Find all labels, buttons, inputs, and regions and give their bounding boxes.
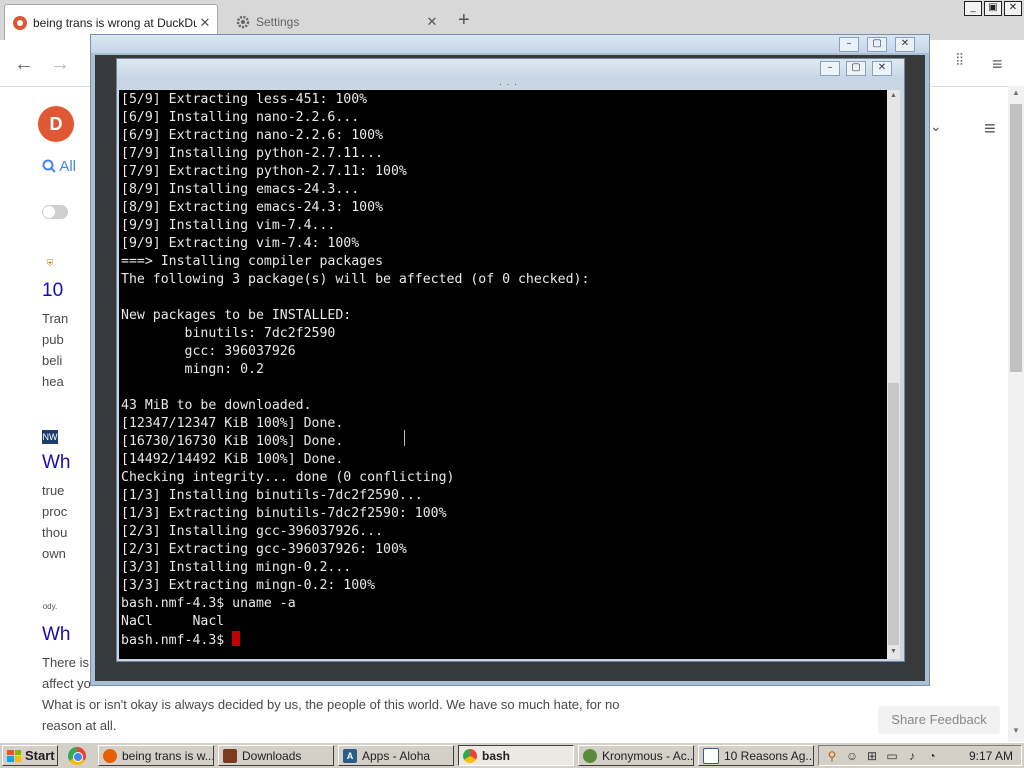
menu-icon[interactable]: ≡	[992, 54, 1003, 75]
snippet-line: What is or isn't okay is always decided …	[42, 697, 620, 712]
minimize-icon[interactable]: –	[839, 37, 859, 52]
search-icon	[42, 159, 56, 173]
restore-icon[interactable]: ▣	[984, 1, 1002, 16]
task-label: Apps - Aloha	[362, 748, 431, 763]
duckduckgo-logo-icon[interactable]: D	[38, 106, 74, 142]
terminal-scrollbar[interactable]: ▲ ▼	[887, 90, 900, 659]
network-icon[interactable]: ⊞	[865, 749, 879, 763]
close-icon[interactable]: ✕	[872, 61, 892, 76]
wifi-icon[interactable]: ◔	[925, 749, 939, 763]
display-icon[interactable]: ▭	[885, 749, 899, 763]
chrome-quicklaunch-icon[interactable]	[68, 747, 86, 765]
snippet-line: thou	[42, 525, 68, 540]
page-scrollbar[interactable]: ▲ ▼	[1008, 86, 1024, 742]
hamburger-menu-icon[interactable]: ≡	[984, 118, 996, 141]
terminal-output: [5/9] Extracting less-451: 100% [6/9] In…	[121, 91, 589, 650]
task-label: bash	[482, 748, 511, 763]
tab-title: being trans is wrong at DuckDuckGo	[33, 15, 197, 30]
result-favicon-icon: NW	[42, 430, 58, 444]
terminal-output-text: [5/9] Extracting less-451: 100% [6/9] In…	[121, 92, 590, 629]
taskbar-item-duckduckgo[interactable]: being trans is w...	[98, 745, 214, 766]
scrollbar-thumb[interactable]	[888, 383, 899, 645]
snippet-line: beli	[42, 353, 63, 368]
firefox-icon	[103, 748, 117, 763]
taskbar-item-bash[interactable]: bash	[458, 745, 574, 766]
result-snippet: Tran pub beli hea	[42, 308, 68, 392]
minimize-icon[interactable]: –	[820, 61, 840, 76]
search-tab-label: All	[59, 158, 77, 175]
snippet-line: reason at all.	[42, 718, 117, 733]
snippet-line: own	[42, 546, 66, 561]
scroll-down-icon[interactable]: ▼	[887, 648, 900, 655]
result-title[interactable]: Wh	[42, 624, 71, 646]
safe-search-toggle[interactable]	[42, 205, 68, 219]
task-label: Downloads	[242, 748, 302, 763]
snippet-line: proc	[42, 504, 68, 519]
scrollbar-thumb[interactable]	[1010, 104, 1022, 372]
close-icon[interactable]: ✕	[895, 37, 915, 52]
snippet-line: hea	[42, 374, 64, 389]
taskbar-item-downloads[interactable]: Downloads	[218, 745, 334, 766]
start-button[interactable]: Start	[2, 745, 58, 766]
search-tab-all[interactable]: All	[42, 158, 76, 175]
snippet-line: Tran	[42, 311, 69, 326]
aloha-icon: A	[343, 748, 357, 763]
new-tab-button[interactable]: +	[458, 10, 470, 30]
downloads-icon	[223, 748, 237, 763]
result-favicon-icon: ⛨	[46, 258, 54, 268]
snippet-line: pub	[42, 332, 64, 347]
window-icon	[703, 747, 719, 764]
taskbar-item-aloha[interactable]: A Apps - Aloha	[338, 745, 454, 766]
clock[interactable]: 9:17 AM	[969, 749, 1013, 763]
terminal-screen[interactable]: [5/9] Extracting less-451: 100% [6/9] In…	[119, 90, 887, 659]
terminal-titlebar[interactable]: – ▢ ✕	[117, 59, 904, 79]
terminal-window-controls: – ▢ ✕	[820, 61, 892, 76]
scroll-up-icon[interactable]: ▲	[1008, 88, 1024, 97]
task-label: Kronymous - Ac...	[602, 748, 694, 763]
close-tab-icon[interactable]: ✕	[197, 15, 213, 31]
messenger-icon[interactable]: ☺	[845, 749, 859, 763]
kronymous-icon	[583, 748, 597, 763]
tab-title: Settings	[256, 15, 300, 29]
task-label: 10 Reasons Ag...	[724, 748, 814, 763]
share-feedback-button[interactable]: Share Feedback	[878, 706, 1000, 734]
minimize-icon[interactable]: _	[964, 1, 982, 16]
outer-window-controls: – ▢ ✕	[839, 37, 915, 52]
terminal-prompt: bash.nmf-4.3$	[121, 633, 233, 648]
text-cursor-icon	[404, 430, 405, 446]
browser-window-controls: _ ▣ ✕	[964, 1, 1022, 16]
snippet-line: true	[42, 483, 65, 498]
duckduckgo-favicon-icon	[13, 15, 27, 30]
back-arrow-icon[interactable]: ←	[14, 53, 34, 76]
resize-grip-icon[interactable]: · · ·	[499, 79, 518, 89]
result-source: ody.	[42, 602, 58, 611]
maximize-icon[interactable]: ▢	[846, 61, 866, 76]
gear-icon	[236, 15, 250, 29]
result-title[interactable]: Wh	[42, 452, 71, 474]
forward-arrow-icon[interactable]: →	[50, 53, 70, 76]
extensions-icon[interactable]: ⦙⦙	[956, 52, 963, 70]
volume-icon[interactable]: ♪	[905, 749, 919, 763]
result-title[interactable]: 10	[42, 280, 63, 302]
bash-terminal-window: – ▢ ✕ · · · [5/9] Extracting less-451: 1…	[116, 58, 905, 662]
taskbar: Start being trans is w... Downloads A Ap…	[0, 742, 1024, 768]
maximize-icon[interactable]: ▢	[867, 37, 887, 52]
system-tray: ⚲ ☺ ⊞ ▭ ♪ ◔ 9:17 AM	[818, 745, 1022, 766]
windows-logo-icon	[7, 749, 21, 762]
result-snippet: true proc thou own	[42, 480, 67, 564]
start-label: Start	[25, 748, 55, 763]
search-icon[interactable]: ⚲	[825, 749, 839, 763]
taskbar-item-kronymous[interactable]: Kronymous - Ac...	[578, 745, 694, 766]
task-label: being trans is w...	[122, 748, 214, 763]
close-icon[interactable]: ✕	[1004, 1, 1022, 16]
outer-window-titlebar[interactable]: – ▢ ✕	[91, 35, 929, 53]
scroll-up-icon[interactable]: ▲	[887, 92, 900, 99]
terminal-cursor	[232, 631, 241, 646]
chevron-down-icon[interactable]: ⌄	[930, 118, 942, 135]
scroll-down-icon[interactable]: ▼	[1008, 726, 1024, 735]
close-tab-icon[interactable]: ✕	[424, 14, 440, 30]
taskbar-item-10-reasons[interactable]: 10 Reasons Ag...	[698, 745, 814, 766]
chrome-icon	[463, 748, 477, 763]
